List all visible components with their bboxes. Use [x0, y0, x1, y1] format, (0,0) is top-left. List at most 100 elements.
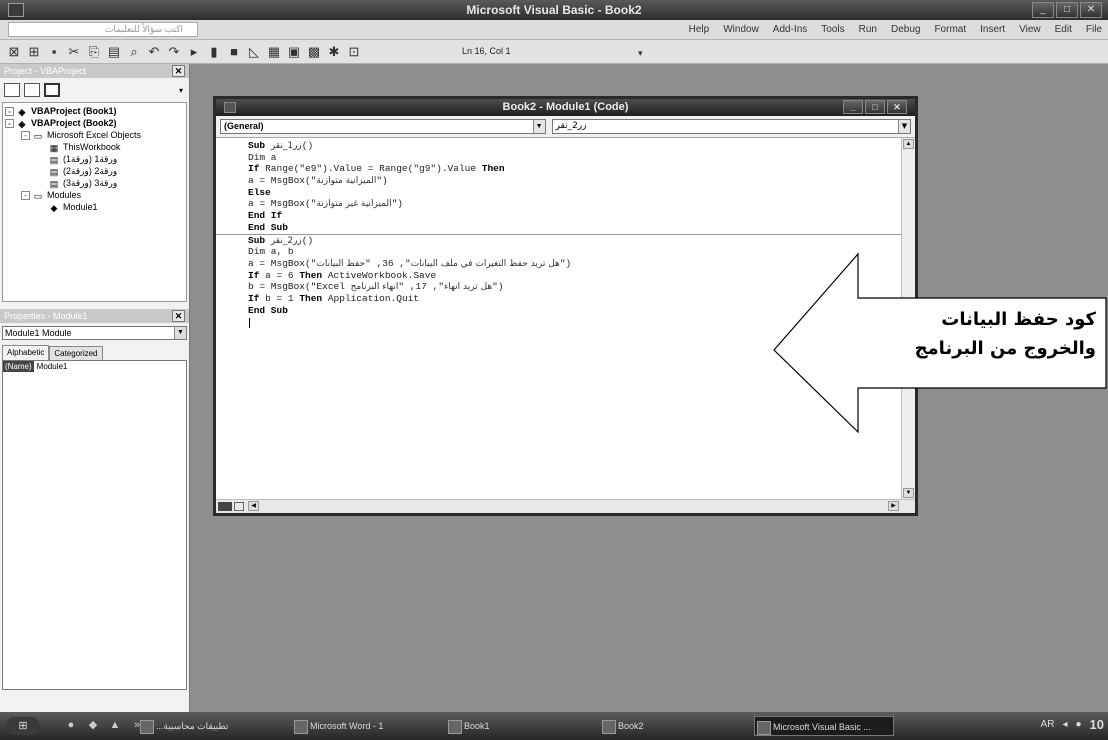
volume-icon[interactable]: ◂	[1062, 719, 1067, 730]
menu-tools[interactable]: Tools	[821, 24, 844, 35]
design-mode-icon[interactable]: ◺	[246, 44, 262, 59]
quick-launch-icon[interactable]: ▲	[108, 718, 122, 732]
code-line[interactable]: If Range("e9").Value = Range("g9").Value…	[248, 163, 901, 175]
taskbar-button[interactable]: Book1	[446, 716, 586, 736]
object-select[interactable]: Module1 Module ▼	[2, 326, 187, 340]
close-icon[interactable]: ✕	[172, 310, 185, 322]
quick-launch-icon[interactable]: ●	[64, 718, 78, 732]
chevron-down-icon[interactable]: ▼	[174, 327, 186, 339]
full-module-view-icon[interactable]	[234, 502, 244, 511]
taskbar-button[interactable]: Book2	[600, 716, 740, 736]
property-row[interactable]: (Name) Module1	[3, 361, 186, 372]
copy-icon[interactable]: ⎘	[86, 44, 102, 59]
collapse-toggle-icon[interactable]: -	[21, 131, 30, 141]
toolbox-icon[interactable]: ✱	[326, 44, 342, 59]
quick-launch-icon[interactable]: ◆	[86, 718, 100, 732]
tree-node[interactable]: ▦ ThisWorkbook	[3, 141, 186, 153]
tree-node[interactable]: ▤ ورقة2 (ورقة2)	[3, 165, 186, 177]
minimize-button[interactable]: _	[1032, 2, 1054, 18]
view-object-icon[interactable]	[24, 83, 40, 97]
worksheet-icon: ▤	[49, 166, 59, 177]
chevron-down-icon[interactable]: ▼	[532, 120, 545, 133]
code-line[interactable]: Sub زر2_نقر()	[248, 235, 901, 247]
language-indicator[interactable]: AR	[1041, 719, 1055, 730]
menu-edit[interactable]: Edit	[1055, 24, 1072, 35]
code-line[interactable]: Dim a	[248, 152, 901, 164]
view-excel-icon[interactable]: ⊠	[6, 44, 22, 59]
code-line[interactable]: Else	[248, 187, 901, 199]
insert-module-icon[interactable]: ⊞	[26, 44, 42, 59]
code-keyword: If	[248, 269, 266, 281]
toggle-folders-icon[interactable]	[44, 83, 60, 97]
collapse-toggle-icon[interactable]: -	[21, 191, 30, 201]
menu-file[interactable]: File	[1086, 24, 1102, 35]
run-icon[interactable]: ▸	[186, 44, 202, 59]
help-search-input[interactable]: اكتب سؤالاً للتعليمات	[8, 22, 198, 37]
redo-icon[interactable]: ↷	[166, 44, 182, 59]
code-arabic-text: هل تريد انهاء	[444, 282, 493, 293]
chevron-down-icon[interactable]: ▼	[898, 120, 910, 133]
tab-categorized[interactable]: Categorized	[49, 346, 103, 360]
maximize-button[interactable]: □	[1056, 2, 1078, 18]
cut-icon[interactable]: ✂	[66, 44, 82, 59]
property-value[interactable]: Module1	[37, 362, 68, 371]
menu-view[interactable]: View	[1019, 24, 1041, 35]
collapse-toggle-icon[interactable]: -	[5, 107, 14, 117]
chevron-down-icon[interactable]: ▾	[179, 86, 183, 95]
menu-insert[interactable]: Insert	[980, 24, 1005, 35]
menu-format[interactable]: Format	[934, 24, 966, 35]
tab-alphabetic[interactable]: Alphabetic	[2, 345, 50, 360]
tree-node[interactable]: ◆ Module1	[3, 201, 186, 213]
code-text: ", 17, "	[398, 281, 445, 293]
taskbar-button[interactable]: Microsoft Word - 1	[292, 716, 432, 736]
object-browser-icon[interactable]: ▩	[306, 44, 322, 59]
code-line[interactable]: Sub زر1_نقر()	[248, 140, 901, 152]
maximize-button[interactable]: □	[865, 100, 885, 114]
tree-node[interactable]: ▤ ورقة1 (ورقة1)	[3, 153, 186, 165]
start-button[interactable]: ⊞	[6, 717, 40, 735]
tree-node[interactable]: ▤ ورقة3 (ورقة3)	[3, 177, 186, 189]
view-code-icon[interactable]	[4, 83, 20, 97]
close-button[interactable]: ✕	[887, 100, 907, 114]
vba-project-icon: ◈	[18, 106, 26, 117]
scroll-down-icon[interactable]: ▼	[903, 488, 914, 498]
taskbar-button[interactable]: ...تطبيقات محاسبية	[138, 716, 278, 736]
break-icon[interactable]: ▮	[206, 44, 222, 59]
code-line[interactable]: End Sub	[248, 222, 901, 234]
menu-window[interactable]: Window	[723, 24, 759, 35]
scroll-left-icon[interactable]: ◀	[248, 501, 259, 511]
horizontal-scrollbar[interactable]: ◀ ▶	[216, 499, 915, 513]
undo-icon[interactable]: ↶	[146, 44, 162, 59]
close-icon[interactable]: ✕	[172, 65, 185, 77]
scroll-right-icon[interactable]: ▶	[888, 501, 899, 511]
reset-icon[interactable]: ■	[226, 44, 242, 59]
collapse-toggle-icon[interactable]: -	[5, 119, 14, 129]
save-icon[interactable]: ▪	[46, 44, 62, 59]
menu-addins[interactable]: Add-Ins	[773, 24, 807, 35]
procedure-view-icon[interactable]	[218, 502, 232, 511]
procedure-combo[interactable]: زر2_نقر ▼	[551, 119, 911, 134]
tree-node[interactable]: - ▭ Microsoft Excel Objects	[3, 129, 186, 141]
paste-icon[interactable]: ▤	[106, 44, 122, 59]
menu-run[interactable]: Run	[859, 24, 877, 35]
tree-node[interactable]: - ◈ VBAProject (Book2)	[3, 117, 186, 129]
code-line[interactable]: a = MsgBox("الميزانية غير متوازنة")	[248, 198, 901, 210]
properties-window-icon[interactable]: ▣	[286, 44, 302, 59]
toolbar-options-icon[interactable]: ▾	[638, 48, 643, 59]
minimize-button[interactable]: _	[843, 100, 863, 114]
find-icon[interactable]: ⌕	[126, 44, 142, 59]
network-icon[interactable]: ●	[1075, 719, 1081, 730]
tree-node[interactable]: - ◈ VBAProject (Book1)	[3, 105, 186, 117]
project-explorer-icon[interactable]: ▦	[266, 44, 282, 59]
help-icon[interactable]: ⊡	[346, 44, 362, 59]
code-line[interactable]: a = MsgBox("الميزانية متوازنة")	[248, 175, 901, 187]
close-button[interactable]: ✕	[1080, 2, 1102, 18]
code-line[interactable]: End If	[248, 210, 901, 222]
taskbar-button[interactable]: Microsoft Visual Basic ...	[754, 716, 894, 736]
menu-debug[interactable]: Debug	[891, 24, 920, 35]
menu-help[interactable]: Help	[689, 24, 710, 35]
tree-node[interactable]: - ▭ Modules	[3, 189, 186, 201]
object-combo[interactable]: (General) ▼	[220, 119, 546, 134]
clock[interactable]: 10	[1090, 717, 1104, 732]
scroll-up-icon[interactable]: ▲	[903, 139, 914, 149]
